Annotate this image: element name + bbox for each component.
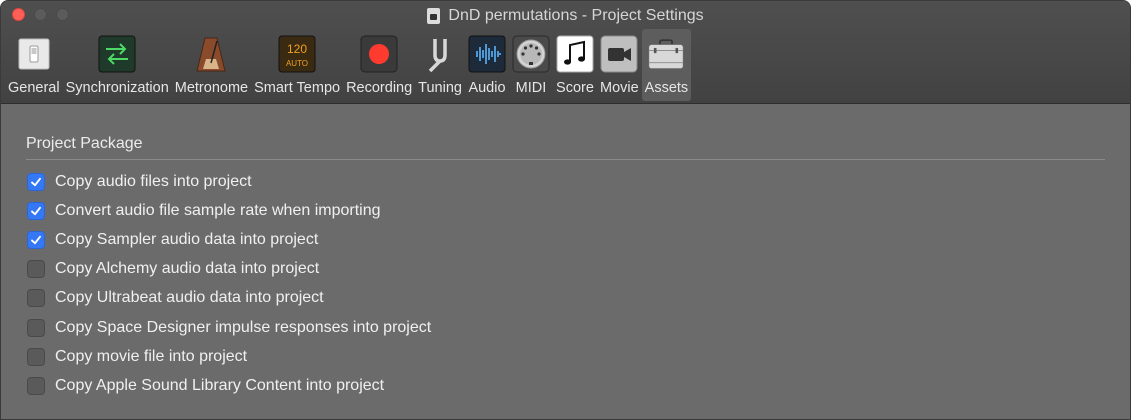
tab-label: Assets: [644, 80, 689, 96]
checkbox[interactable]: [27, 231, 45, 249]
waveform-icon: [468, 35, 506, 73]
option-label: Convert audio file sample rate when impo…: [55, 202, 381, 219]
checkbox[interactable]: [27, 348, 45, 366]
tab-label: Audio: [468, 80, 506, 96]
tab-label: General: [8, 80, 60, 96]
checkbox[interactable]: [27, 260, 45, 278]
option-label: Copy movie file into project: [55, 348, 248, 365]
checkbox[interactable]: [27, 173, 45, 191]
camera-icon: [600, 35, 638, 73]
tempo-display-icon: 120 AUTO: [278, 35, 316, 73]
tab-label: Metronome: [174, 80, 249, 96]
checkmark-icon: [31, 235, 41, 245]
briefcase-icon: [647, 35, 685, 73]
tab-movie[interactable]: Movie: [597, 29, 642, 101]
tab-label: Recording: [346, 80, 413, 96]
tab-label: Tuning: [418, 80, 462, 96]
assets-pane: Project Package Copy audio files into pr…: [1, 104, 1130, 419]
option-copy-apple-sound-library[interactable]: Copy Apple Sound Library Content into pr…: [27, 377, 384, 395]
tab-label: MIDI: [515, 80, 547, 96]
switch-icon: [15, 35, 53, 73]
tab-label: Movie: [599, 80, 639, 96]
tab-audio[interactable]: Audio: [465, 29, 509, 101]
settings-toolbar: General Synchronization Metronome 120 AU…: [5, 29, 692, 103]
tab-label: Score: [556, 80, 594, 96]
checkmark-icon: [31, 177, 41, 187]
option-convert-sample-rate[interactable]: Convert audio file sample rate when impo…: [27, 202, 381, 220]
option-copy-alchemy-data[interactable]: Copy Alchemy audio data into project: [27, 260, 319, 278]
tempo-mode: AUTO: [286, 59, 308, 68]
section-title: Project Package: [26, 135, 143, 152]
tab-general[interactable]: General: [5, 29, 63, 101]
checkbox[interactable]: [27, 202, 45, 220]
metronome-icon: [192, 35, 230, 73]
tab-midi[interactable]: MIDI: [509, 29, 553, 101]
option-copy-space-designer-ir[interactable]: Copy Space Designer impulse responses in…: [27, 319, 431, 337]
tempo-value: 120: [287, 42, 307, 56]
project-settings-window: DnD permutations - Project Settings Gene…: [0, 0, 1131, 420]
option-copy-ultrabeat-data[interactable]: Copy Ultrabeat audio data into project: [27, 289, 324, 307]
option-label: Copy audio files into project: [55, 173, 252, 190]
checkbox[interactable]: [27, 289, 45, 307]
tab-synchronization[interactable]: Synchronization: [63, 29, 172, 101]
option-label: Copy Apple Sound Library Content into pr…: [55, 377, 385, 394]
checkbox[interactable]: [27, 319, 45, 337]
checkmark-icon: [31, 206, 41, 216]
music-note-icon: [556, 35, 594, 73]
option-label: Copy Ultrabeat audio data into project: [55, 289, 324, 306]
option-copy-sampler-data[interactable]: Copy Sampler audio data into project: [27, 231, 318, 249]
window-title-text: DnD permutations - Project Settings: [448, 7, 704, 24]
window-title: DnD permutations - Project Settings: [1, 7, 1130, 25]
document-icon: [427, 8, 441, 24]
midi-port-icon: [512, 35, 550, 73]
tab-smart-tempo[interactable]: 120 AUTO Smart Tempo: [251, 29, 343, 101]
tab-metronome[interactable]: Metronome: [172, 29, 251, 101]
record-icon: [360, 35, 398, 73]
option-label: Copy Sampler audio data into project: [55, 231, 319, 248]
section-divider: [26, 159, 1105, 160]
title-bar: DnD permutations - Project Settings Gene…: [1, 1, 1130, 104]
tab-score[interactable]: Score: [553, 29, 597, 101]
sync-arrows-icon: [98, 35, 136, 73]
tab-recording[interactable]: Recording: [343, 29, 415, 101]
tab-tuning[interactable]: Tuning: [415, 29, 465, 101]
option-copy-audio-files[interactable]: Copy audio files into project: [27, 173, 252, 191]
tab-label: Smart Tempo: [254, 80, 341, 96]
option-label: Copy Space Designer impulse responses in…: [55, 319, 432, 336]
option-copy-movie-file[interactable]: Copy movie file into project: [27, 348, 247, 366]
tuning-fork-icon: [421, 35, 459, 73]
tab-label: Synchronization: [65, 80, 169, 96]
tab-assets[interactable]: Assets: [641, 29, 692, 101]
checkbox[interactable]: [27, 377, 45, 395]
option-label: Copy Alchemy audio data into project: [55, 260, 320, 277]
